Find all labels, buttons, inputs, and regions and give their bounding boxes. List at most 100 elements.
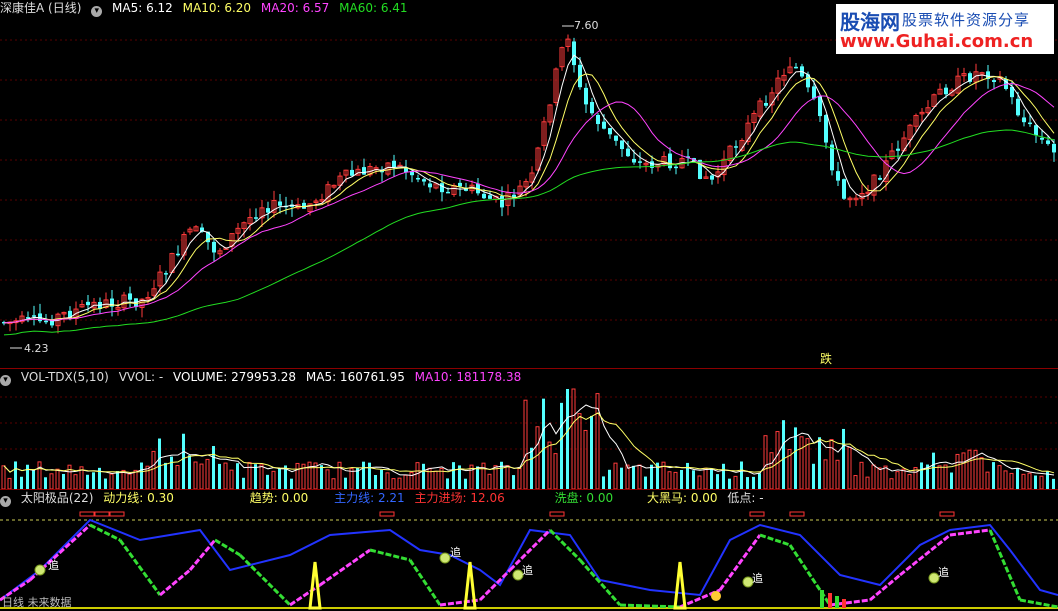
volume-bar xyxy=(733,475,738,490)
candle-body xyxy=(350,169,354,176)
signal-bar xyxy=(820,590,824,608)
candle-body xyxy=(416,177,420,180)
candle-body xyxy=(1052,143,1056,153)
volume-bar xyxy=(278,468,281,489)
price-panel: 深康佳A (日线) ▾ MA5: 6.12 MA10: 6.20 MA20: 6… xyxy=(0,0,1058,368)
volume-bar xyxy=(937,465,942,490)
candlestick-chart[interactable] xyxy=(0,0,1058,368)
volume-bar xyxy=(199,463,204,490)
volume-bar xyxy=(997,465,1002,490)
volume-bar xyxy=(632,465,635,489)
volume-bar xyxy=(535,426,540,490)
gold-dot-icon xyxy=(711,591,721,601)
volume-bar xyxy=(547,441,552,490)
volume-bar xyxy=(644,476,647,489)
volume-bar xyxy=(218,463,221,489)
power-line-segment xyxy=(408,559,442,606)
volume-bar xyxy=(889,478,894,490)
volume-bar xyxy=(877,467,882,490)
volume-bar xyxy=(560,402,563,489)
power-line-segment xyxy=(238,553,292,607)
zhui-label-5: 追 xyxy=(938,566,949,579)
volume-bar xyxy=(692,470,695,489)
volume-bar xyxy=(673,471,678,490)
yellow-spike xyxy=(463,561,477,610)
signal-bar xyxy=(828,593,832,608)
volume-bar xyxy=(590,415,593,489)
candle-body xyxy=(176,253,180,256)
volume-bar xyxy=(871,464,876,490)
candle-body xyxy=(164,273,168,275)
volume-bar xyxy=(950,472,953,489)
indicator-panel: ▾ 太阳极品(22) 动力线: 0.30 趋势: 0.00 主力线: 2.21 … xyxy=(0,489,1058,611)
volume-bar xyxy=(763,435,768,490)
candle-body xyxy=(32,315,36,317)
candle-body xyxy=(446,191,450,194)
volume-header: ▾ VOL-TDX(5,10) VVOL: - VOLUME: 279953.2… xyxy=(0,369,527,386)
indicator2-select-icon[interactable]: ▾ xyxy=(0,496,11,507)
volume-bar xyxy=(109,473,114,490)
vvol-value: VVOL: - xyxy=(118,370,164,384)
candle-body xyxy=(584,87,588,105)
daheima-value: 大黑马: 0.00 xyxy=(646,491,718,505)
volume-bar xyxy=(362,461,365,489)
volume-bar xyxy=(823,459,828,490)
volume-bar xyxy=(320,465,323,489)
candle-body xyxy=(86,301,90,306)
candle-body xyxy=(590,102,594,114)
volume-bar xyxy=(481,462,486,490)
candle-body xyxy=(44,320,48,323)
apple-icon xyxy=(439,552,451,564)
stock-title[interactable]: 深康佳A (日线) xyxy=(0,1,81,15)
volume-bar xyxy=(613,462,618,490)
volume-bar xyxy=(517,468,522,490)
volume-bar xyxy=(229,469,234,490)
candle-body xyxy=(824,115,828,143)
volume-chart[interactable] xyxy=(0,369,1058,490)
volume-bar xyxy=(331,478,336,490)
top-signal-mark xyxy=(79,511,95,517)
volume-bar xyxy=(758,473,761,489)
candle-body xyxy=(794,66,798,69)
volume-bar xyxy=(452,462,455,489)
volume-title[interactable]: VOL-TDX(5,10) xyxy=(21,370,109,384)
power-line-segment xyxy=(759,533,791,547)
volume-bar xyxy=(212,446,215,489)
indicator-title[interactable]: 太阳极品(22) xyxy=(21,491,94,505)
volume-bar xyxy=(746,477,749,489)
volume-bar xyxy=(193,461,198,490)
volume-bar xyxy=(32,470,35,489)
candle-body xyxy=(362,167,366,175)
indicator-chart[interactable] xyxy=(0,490,1058,611)
watermark-logo: 股海网 股票软件资源分享 www.Guhai.com.cn xyxy=(836,4,1054,54)
volume-bar xyxy=(242,477,245,489)
volume-bar xyxy=(92,472,95,489)
volume-bar xyxy=(680,469,683,489)
volume-bar xyxy=(337,461,342,490)
volume-bar xyxy=(842,428,845,489)
volume-bar xyxy=(859,461,864,490)
volume-bar xyxy=(667,471,672,490)
volume-bar xyxy=(1027,472,1032,490)
volume-bar xyxy=(14,461,17,489)
signal-bar xyxy=(835,596,839,608)
power-line-segment xyxy=(949,528,991,537)
volume-bar xyxy=(385,472,390,490)
watermark-cn2: 股票软件资源分享 xyxy=(902,11,1031,29)
volume-bar xyxy=(992,462,995,489)
candle-body xyxy=(710,175,714,180)
volume-bar xyxy=(505,465,510,490)
candle-body xyxy=(482,193,486,199)
vol-ma10-value: MA10: 181178.38 xyxy=(414,370,522,384)
indicator-select-icon[interactable]: ▾ xyxy=(91,6,103,17)
jinchang-value: 主力进场: 12.06 xyxy=(414,491,505,505)
volume-bar xyxy=(583,429,588,490)
volume-bar xyxy=(380,469,383,489)
volume-bar xyxy=(433,470,438,490)
volume-bar xyxy=(553,453,558,490)
volume-bar xyxy=(985,471,990,490)
candle-body xyxy=(1022,117,1026,123)
watermark-url: www.Guhai.com.cn xyxy=(840,31,1034,52)
volume-select-icon[interactable]: ▾ xyxy=(0,375,11,386)
volume-bar xyxy=(716,474,719,489)
